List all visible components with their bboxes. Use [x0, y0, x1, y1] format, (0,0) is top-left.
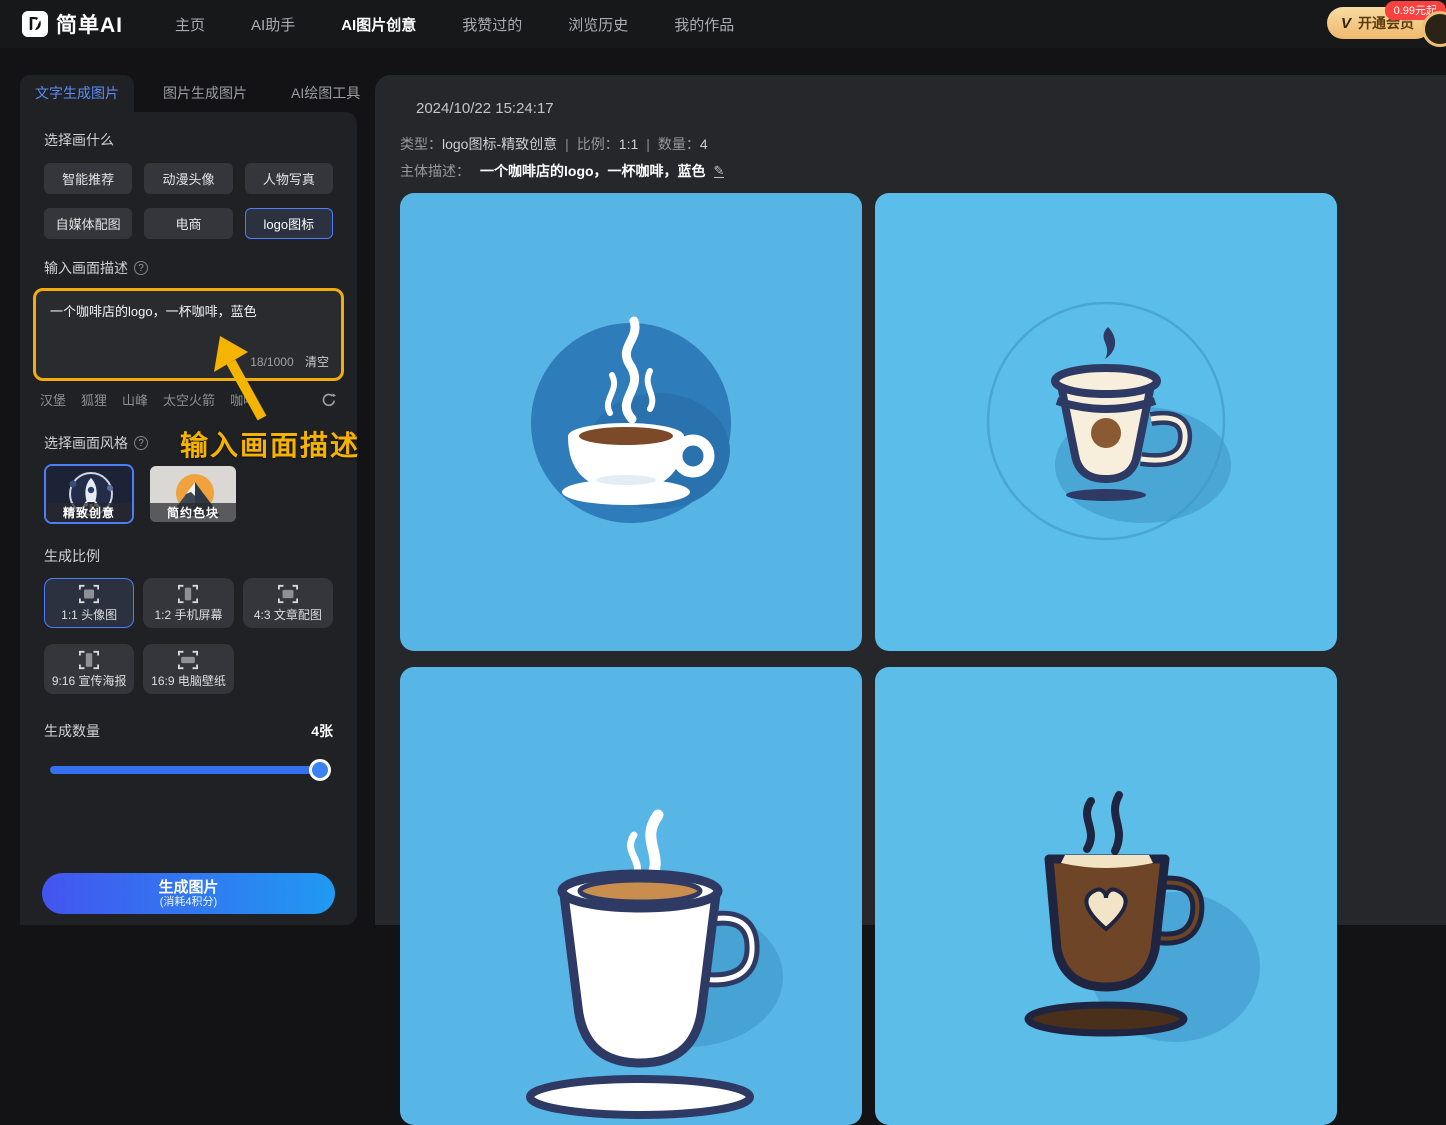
- category-portrait[interactable]: 人物写真: [245, 163, 333, 194]
- sidebar-panel: 选择画什么 智能推荐 动漫头像 人物写真 自媒体配图 电商 logo图标 输入画…: [20, 112, 357, 925]
- tag-fox[interactable]: 狐狸: [81, 390, 107, 409]
- clear-button[interactable]: 清空: [305, 355, 329, 369]
- crop-frame-icon: [177, 650, 199, 670]
- generation-sidebar: 文字生成图片 图片生成图片 AI绘图工具 选择画什么 智能推荐 动漫头像 人物写…: [20, 78, 357, 925]
- category-section-label: 选择画什么: [44, 130, 333, 150]
- ratio-16-9[interactable]: 16:9 电脑壁纸: [143, 644, 233, 694]
- ratio-1-2[interactable]: 1:2 手机屏幕: [143, 578, 233, 628]
- tag-mountain[interactable]: 山峰: [122, 390, 148, 409]
- sidebar-tabs: 文字生成图片 图片生成图片 AI绘图工具: [20, 78, 357, 112]
- member-area: V 开通会员 0.99元起: [1327, 7, 1432, 39]
- refresh-suggestions-icon[interactable]: [321, 392, 337, 408]
- style-help-icon[interactable]: ?: [134, 436, 148, 450]
- app-logo[interactable]: D 简单AI: [22, 9, 123, 39]
- ratio-section-label: 生成比例: [44, 546, 333, 566]
- count-label: 生成数量: [44, 721, 100, 741]
- crop-frame-icon: [78, 584, 100, 604]
- vip-icon: V: [1341, 15, 1351, 32]
- ratio-9-16[interactable]: 9:16 宣传海报: [44, 644, 134, 694]
- count-value: 4张: [311, 721, 333, 741]
- prompt-help-icon[interactable]: ?: [134, 261, 148, 275]
- style-options: 精致创意 简约色块: [44, 464, 333, 524]
- nav-menu: 主页 AI助手 AI图片创意 我赞过的 浏览历史 我的作品: [175, 14, 734, 35]
- style-simple-color-block[interactable]: 简约色块: [148, 464, 238, 524]
- partial-avatar-button[interactable]: [1422, 11, 1446, 47]
- category-logo-icon[interactable]: logo图标: [245, 208, 333, 239]
- generate-button[interactable]: 生成图片 (消耗4积分): [42, 873, 335, 914]
- tag-burger[interactable]: 汉堡: [40, 390, 66, 409]
- category-ecommerce[interactable]: 电商: [144, 208, 232, 239]
- top-navigation: D 简单AI 主页 AI助手 AI图片创意 我赞过的 浏览历史 我的作品 V 开…: [0, 0, 1446, 48]
- edit-icon[interactable]: ✎: [714, 165, 725, 178]
- nav-item-history[interactable]: 浏览历史: [568, 14, 628, 35]
- ratio-label: 比例：: [577, 136, 619, 152]
- crop-frame-icon: [277, 584, 299, 604]
- generated-image-3[interactable]: [400, 667, 862, 1125]
- description-value: 一个咖啡店的logo，一杯咖啡，蓝色: [480, 161, 706, 181]
- generate-cost-label: (消耗4积分): [160, 896, 217, 909]
- separator: |: [565, 136, 569, 152]
- generate-label: 生成图片: [158, 879, 218, 896]
- slider-track[interactable]: [50, 766, 327, 774]
- ratio-options: 1:1 头像图 1:2 手机屏幕 4:3 文章配图: [44, 578, 333, 694]
- tab-image-to-image[interactable]: 图片生成图片: [148, 75, 262, 112]
- char-counter: 18/1000: [250, 355, 293, 369]
- generation-meta: 类型：logo图标-精致创意 | 比例：1:1 | 数量：4: [400, 134, 1446, 154]
- tag-coffee[interactable]: 咖啡: [230, 390, 256, 409]
- logo-text: 简单AI: [56, 9, 123, 39]
- tab-ai-drawing-tools[interactable]: AI绘图工具: [276, 75, 375, 112]
- crop-frame-icon: [78, 650, 100, 670]
- crop-frame-icon: [177, 584, 199, 604]
- generated-images-grid: [400, 193, 1446, 1125]
- separator: |: [646, 136, 650, 152]
- results-panel: 2024/10/22 15:24:17 类型：logo图标-精致创意 | 比例：1:…: [375, 75, 1446, 925]
- nav-item-my-works[interactable]: 我的作品: [674, 14, 734, 35]
- nav-item-ai-assistant[interactable]: AI助手: [251, 14, 295, 35]
- nav-item-home[interactable]: 主页: [175, 14, 205, 35]
- prompt-footer: 18/1000 清空: [250, 353, 329, 370]
- style-label-simple: 简约色块: [150, 503, 236, 522]
- category-anime-avatar[interactable]: 动漫头像: [144, 163, 232, 194]
- count-section: 生成数量 4张: [44, 721, 333, 741]
- category-social-media[interactable]: 自媒体配图: [44, 208, 132, 239]
- nav-item-liked[interactable]: 我赞过的: [462, 14, 522, 35]
- generation-timestamp: 2024/10/22 15:24:17: [416, 100, 1446, 117]
- prompt-input[interactable]: 一个咖啡店的logo，一杯咖啡，蓝色 18/1000 清空: [33, 288, 344, 381]
- prompt-value: 一个咖啡店的logo，一杯咖啡，蓝色: [50, 303, 327, 321]
- ratio-value: 1:1: [619, 136, 638, 152]
- prompt-section-label: 输入画面描述 ?: [44, 258, 333, 278]
- ratio-4-3[interactable]: 4:3 文章配图: [243, 578, 333, 628]
- suggestion-tags: 汉堡 狐狸 山峰 太空火箭 咖啡: [40, 390, 337, 409]
- category-options: 智能推荐 动漫头像 人物写真 自媒体配图 电商 logo图标: [44, 163, 333, 239]
- type-value: logo图标-精致创意: [442, 136, 557, 152]
- generated-image-1[interactable]: [400, 193, 862, 651]
- type-label: 类型：: [400, 136, 442, 152]
- generated-image-4[interactable]: [875, 667, 1337, 1125]
- generated-image-2[interactable]: [875, 193, 1337, 651]
- style-exquisite-creative[interactable]: 精致创意: [44, 464, 134, 524]
- ratio-1-1[interactable]: 1:1 头像图: [44, 578, 134, 628]
- tag-rocket[interactable]: 太空火箭: [163, 390, 215, 409]
- category-smart-recommend[interactable]: 智能推荐: [44, 163, 132, 194]
- nav-item-ai-image-creation[interactable]: AI图片创意: [341, 14, 416, 35]
- style-label-exquisite: 精致创意: [46, 503, 132, 522]
- slider-handle[interactable]: [309, 759, 331, 781]
- tab-text-to-image[interactable]: 文字生成图片: [20, 75, 134, 112]
- style-section-label: 选择画面风格 ?: [44, 433, 333, 453]
- quantity-label: 数量：: [658, 136, 700, 152]
- count-slider[interactable]: [50, 759, 327, 781]
- description-label: 主体描述：: [400, 161, 470, 181]
- quantity-value: 4: [700, 136, 708, 152]
- subject-description: 主体描述： 一个咖啡店的logo，一杯咖啡，蓝色 ✎: [400, 161, 1446, 181]
- logo-icon: D: [22, 11, 48, 37]
